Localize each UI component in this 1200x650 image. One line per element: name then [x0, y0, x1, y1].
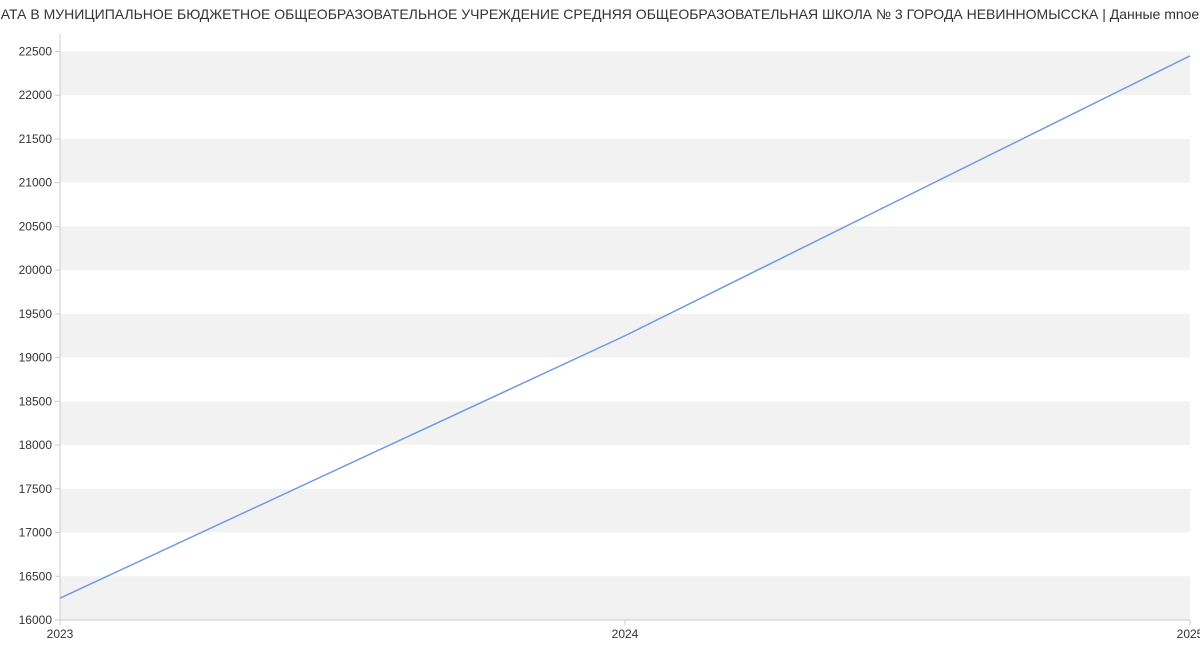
x-tick-label: 2023: [47, 627, 74, 641]
grid-band: [60, 51, 1190, 95]
y-tick-label: 21500: [19, 132, 53, 146]
y-tick-label: 20500: [19, 219, 53, 233]
x-tick-label: 2025: [1177, 627, 1200, 641]
y-tick-label: 16000: [19, 613, 53, 627]
grid-band: [60, 139, 1190, 183]
y-tick-label: 22500: [19, 44, 53, 58]
y-tick-label: 17500: [19, 482, 53, 496]
y-tick-label: 20000: [19, 263, 53, 277]
y-tick-label: 16500: [19, 569, 53, 583]
chart-svg: 16000 16500 17000 17500 18000 18500 19000 19500…: [0, 28, 1200, 650]
grid-band: [60, 226, 1190, 270]
y-tick-label: 19500: [19, 307, 53, 321]
chart-title: АТА В МУНИЦИПАЛЬНОЕ БЮДЖЕТНОЕ ОБЩЕОБРАЗО…: [0, 0, 1200, 28]
y-tick-label: 19000: [19, 351, 53, 365]
chart-plot-area: 16000 16500 17000 17500 18000 18500 19000 19500…: [0, 28, 1200, 650]
grid-band: [60, 576, 1190, 620]
y-tick-label: 22000: [19, 88, 53, 102]
y-tick-label: 18500: [19, 394, 53, 408]
x-tick-label: 2024: [612, 627, 639, 641]
y-tick-label: 18000: [19, 438, 53, 452]
grid-band: [60, 401, 1190, 445]
grid-band: [60, 489, 1190, 533]
y-tick-label: 17000: [19, 526, 53, 540]
y-tick-label: 21000: [19, 176, 53, 190]
